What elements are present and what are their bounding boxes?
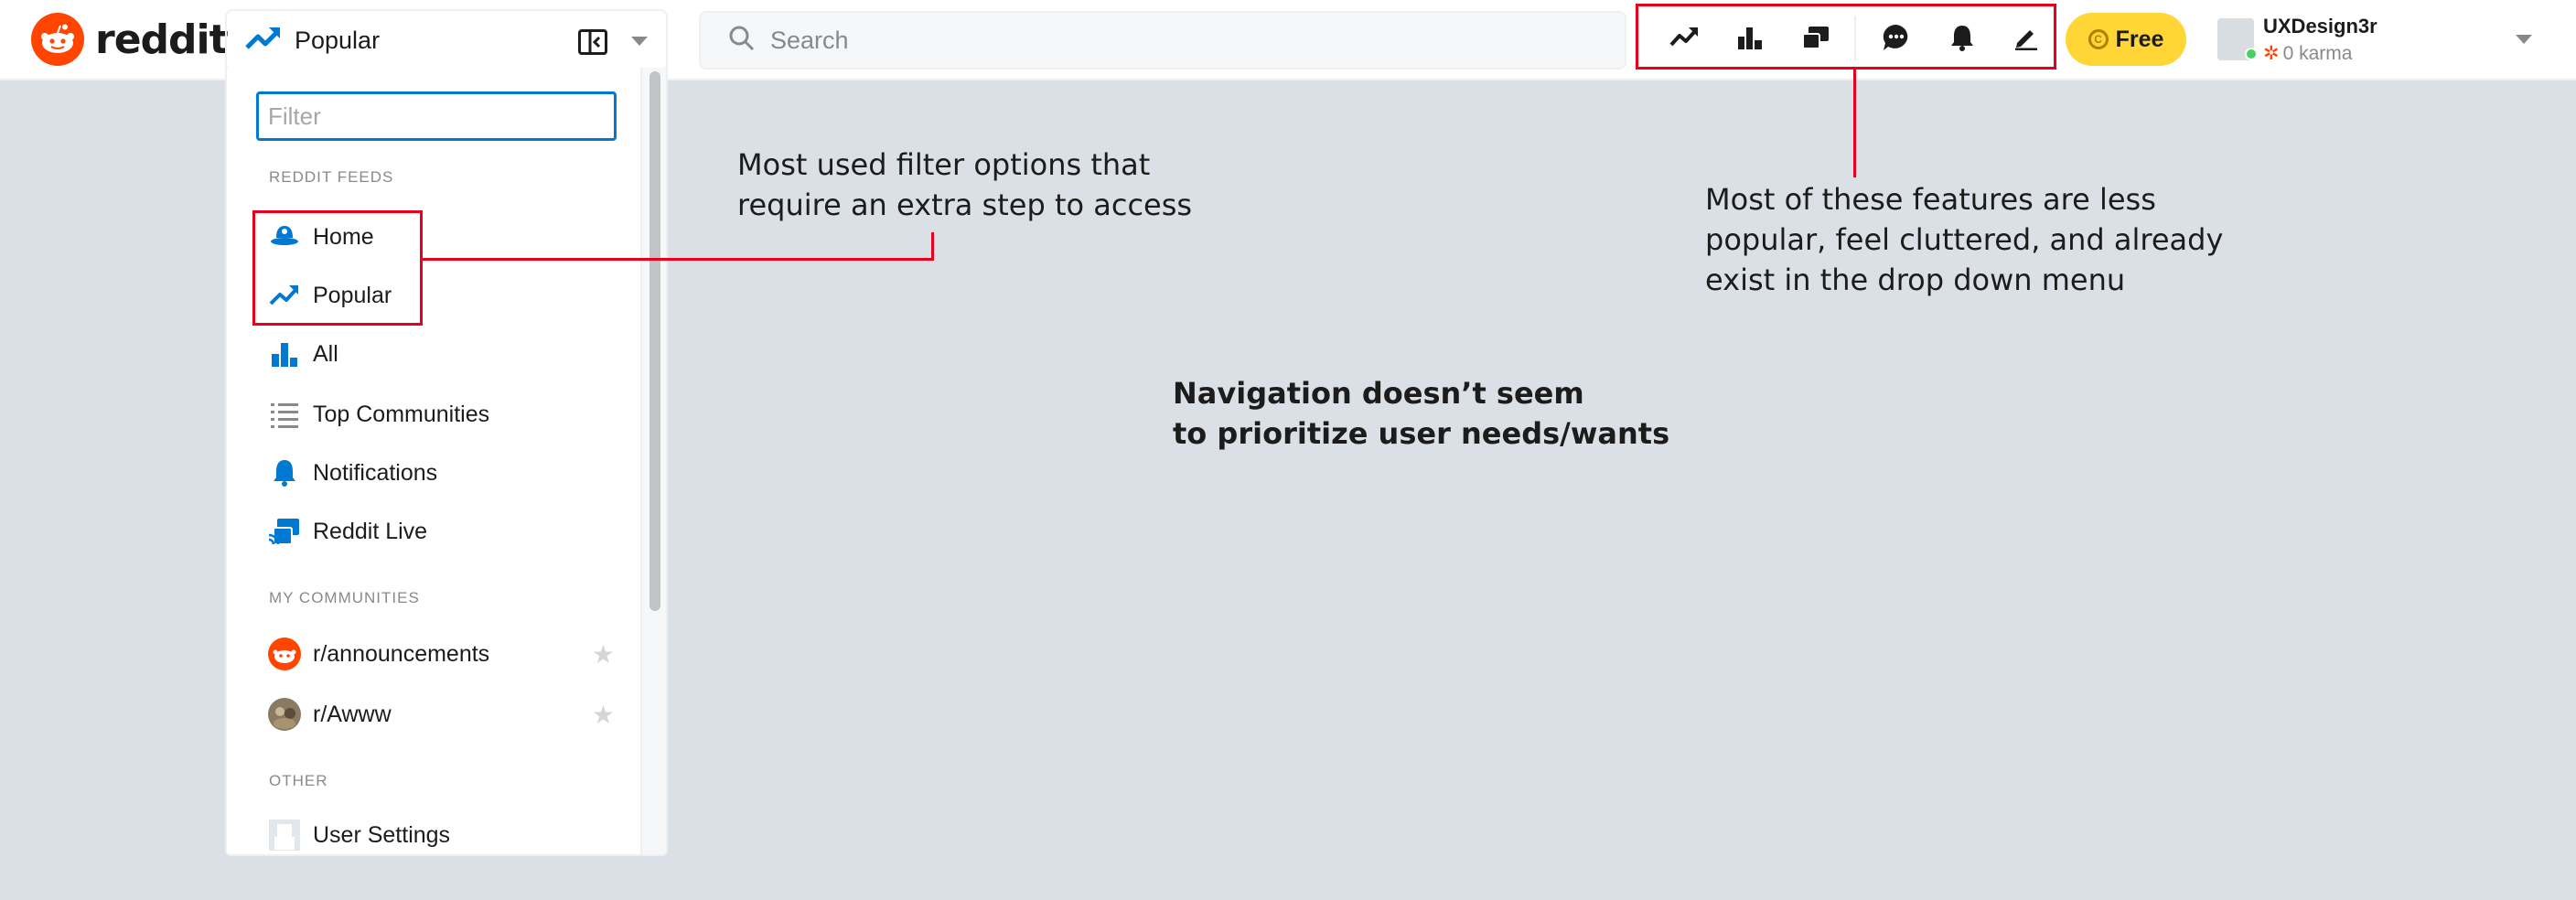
scrollbar-thumb[interactable] (649, 71, 660, 611)
list-icon (267, 397, 302, 432)
popular-icon[interactable] (1666, 19, 1702, 56)
community-label: r/Awww (313, 701, 392, 727)
dock-sidebar-icon[interactable] (578, 29, 607, 55)
karma-count: ✲ 0 karma (2263, 42, 2352, 65)
search-input[interactable] (770, 26, 1594, 55)
all-icon[interactable] (1732, 19, 1768, 56)
annotation-navigation-note: Navigation doesn’t seem to prioritize us… (1173, 376, 1670, 451)
user-avatar-icon (267, 818, 302, 852)
chat-icon[interactable] (1878, 19, 1915, 56)
feed-selector[interactable]: Popular (225, 9, 668, 71)
header-icons-group (1636, 4, 2056, 70)
feed-selector-label: Popular (295, 26, 381, 54)
user-menu[interactable]: UXDesign3r ✲ 0 karma (2212, 13, 2560, 68)
section-title-feeds: REDDIT FEEDS (269, 168, 394, 186)
annotation-features-note: Most of these features are less popular,… (1705, 182, 2224, 297)
reddit-logo[interactable]: reddit (31, 13, 229, 66)
annotation-filter-note: Most used filter options that require an… (737, 147, 1193, 222)
community-label: r/announcements (313, 640, 490, 667)
menu-item-all[interactable]: All (267, 329, 615, 379)
menu-item-reddit-live[interactable]: Reddit Live (267, 507, 615, 556)
star-icon[interactable]: ★ (592, 642, 615, 668)
menu-item-label: All (313, 340, 338, 367)
scrollbar[interactable] (640, 68, 666, 854)
annotation-box-feeds (252, 210, 423, 326)
trending-up-icon (245, 26, 282, 56)
awww-avatar-icon (267, 697, 302, 732)
feed-dropdown-menu: REDDIT FEEDS Home Popular Al (225, 68, 668, 856)
section-title-other: OTHER (269, 772, 328, 789)
notifications-icon[interactable] (1944, 19, 1980, 56)
menu-item-top-communities[interactable]: Top Communities (267, 390, 615, 439)
reddit-avatar-icon (267, 637, 302, 671)
search-icon (728, 25, 756, 57)
search-bar[interactable] (699, 11, 1626, 70)
live-icon (267, 514, 302, 549)
snoo-icon (31, 13, 84, 66)
menu-item-label: User Settings (313, 821, 451, 848)
menu-item-user-settings[interactable]: User Settings (267, 810, 615, 854)
menu-item-label: Top Communities (313, 401, 490, 427)
online-status-icon (2245, 48, 2258, 60)
coin-icon: C (2088, 29, 2109, 49)
annotation-connector-feeds-up (931, 232, 934, 261)
annotation-connector-icons (1853, 70, 1856, 177)
section-title-communities: MY COMMUNITIES (269, 589, 420, 606)
menu-item-notifications[interactable]: Notifications (267, 448, 615, 498)
icon-divider (1854, 16, 1856, 61)
karma-icon: ✲ (2263, 43, 2280, 64)
community-item-awww[interactable]: r/Awww ★ (267, 690, 615, 739)
karma-value: 0 karma (2282, 43, 2353, 64)
menu-item-label: Reddit Live (313, 518, 428, 544)
annotation-connector-feeds (423, 258, 933, 261)
chevron-down-icon[interactable] (631, 37, 648, 46)
premium-label: Free (2115, 26, 2164, 52)
star-icon[interactable]: ★ (592, 702, 615, 728)
premium-button[interactable]: C Free (2066, 13, 2186, 66)
filter-input[interactable] (256, 91, 617, 141)
community-item-announcements[interactable]: r/announcements ★ (267, 629, 615, 679)
username: UXDesign3r (2263, 15, 2377, 38)
bell-icon (267, 455, 302, 490)
bar-chart-icon (267, 337, 302, 371)
logo-wordmark: reddit (95, 16, 229, 63)
menu-item-label: Notifications (313, 459, 438, 486)
create-post-icon[interactable] (2008, 19, 2045, 56)
chevron-down-icon[interactable] (2516, 35, 2532, 44)
reddit-live-icon[interactable] (1798, 19, 1834, 56)
